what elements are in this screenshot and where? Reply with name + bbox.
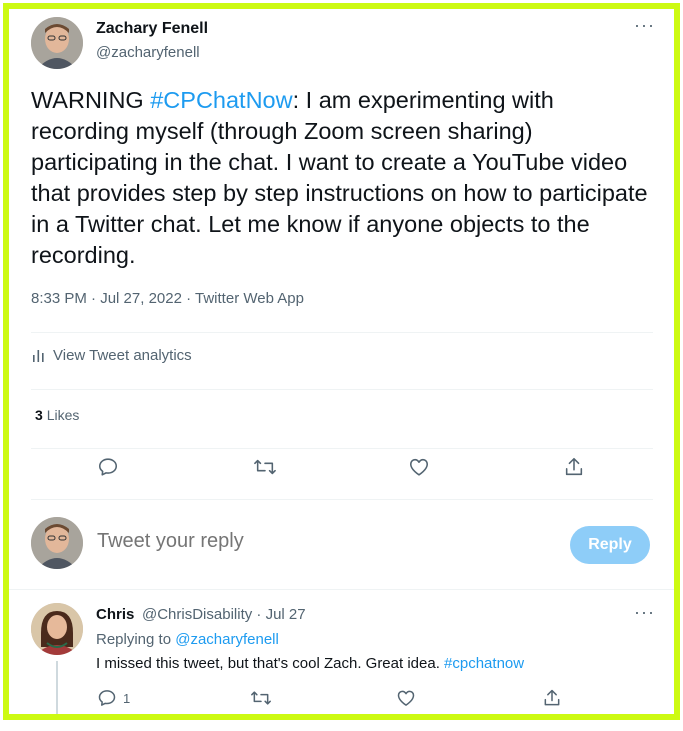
reply-text: I missed this tweet, but that's cool Zac… xyxy=(96,655,524,672)
tweet-source: Twitter Web App xyxy=(195,290,304,307)
author-name[interactable]: Zachary Fenell xyxy=(96,20,208,38)
reply-button[interactable]: Reply xyxy=(570,526,650,564)
reply-author-name[interactable]: Chris xyxy=(96,606,134,623)
reply-text-start: I missed this tweet, but that's cool Zac… xyxy=(96,655,445,672)
meta-separator: · xyxy=(181,290,196,307)
share-icon[interactable] xyxy=(563,456,585,480)
current-user-avatar xyxy=(31,517,83,569)
tweet-date[interactable]: Jul 27, 2022 xyxy=(100,290,182,307)
reply-input[interactable] xyxy=(97,530,517,553)
tweet-text-start: WARNING xyxy=(31,87,151,113)
share-icon[interactable] xyxy=(542,688,562,708)
replying-to-link[interactable]: @zacharyfenell xyxy=(175,631,279,648)
view-analytics-link[interactable]: View Tweet analytics xyxy=(31,347,192,364)
meta-separator: · xyxy=(86,290,101,307)
likes-label: Likes xyxy=(46,407,80,423)
more-icon[interactable]: ··· xyxy=(634,15,655,36)
divider xyxy=(31,389,653,390)
screenshot-frame: Zachary Fenell @zacharyfenell ··· WARNIN… xyxy=(3,3,680,720)
divider xyxy=(31,332,653,333)
divider xyxy=(31,448,653,449)
retweet-icon[interactable] xyxy=(252,456,278,480)
reply-icon xyxy=(98,690,116,706)
reply-action[interactable]: 1 xyxy=(97,688,130,708)
reply-author-handle[interactable]: @ChrisDisability · Jul 27 xyxy=(142,606,306,623)
reply-hashtag-link[interactable]: #cpchatnow xyxy=(444,655,524,672)
divider xyxy=(31,499,653,500)
reply-icon[interactable] xyxy=(97,456,119,480)
likes-count-link[interactable]: 3 Likes xyxy=(35,407,79,423)
analytics-icon xyxy=(33,349,44,362)
like-icon[interactable] xyxy=(408,456,430,480)
replying-prefix: Replying to xyxy=(96,631,176,648)
like-icon[interactable] xyxy=(396,688,416,708)
tweet-hashtag-link[interactable]: #CPChatNow xyxy=(150,87,292,113)
author-avatar[interactable] xyxy=(31,17,83,69)
divider xyxy=(9,589,674,590)
more-icon[interactable]: ··· xyxy=(634,602,655,623)
author-handle[interactable]: @zacharyfenell xyxy=(96,44,200,61)
tweet-time[interactable]: 8:33 PM xyxy=(31,290,87,307)
reply-count: 1 xyxy=(123,690,131,706)
replying-to: Replying to @zacharyfenell xyxy=(96,631,279,648)
tweet-text: WARNING #CPChatNow: I am experimenting w… xyxy=(31,85,651,271)
tweet-meta: 8:33 PM · Jul 27, 2022 · Twitter Web App xyxy=(31,290,304,307)
likes-count: 3 xyxy=(35,407,43,423)
reply-author-avatar[interactable] xyxy=(31,603,83,655)
analytics-label: View Tweet analytics xyxy=(53,347,192,364)
tweet-text-end: : I am experimenting with recording myse… xyxy=(31,87,648,268)
retweet-icon[interactable] xyxy=(249,688,273,708)
thread-line xyxy=(56,661,58,714)
